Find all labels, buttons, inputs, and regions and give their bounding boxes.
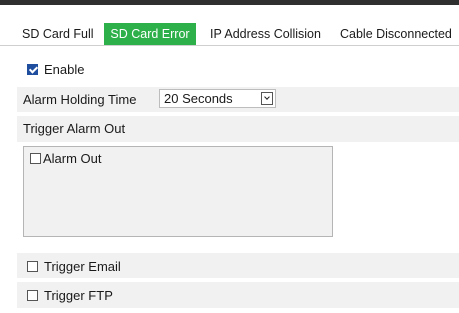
tab-sd-card-full[interactable]: SD Card Full	[22, 23, 94, 45]
trigger-alarm-out-label: Trigger Alarm Out	[23, 121, 126, 136]
trigger-email-label: Trigger Email	[44, 258, 121, 274]
alarm-out-checkbox[interactable]	[30, 153, 41, 165]
tab-ip-address-collision[interactable]: IP Address Collision	[210, 23, 321, 45]
top-border	[0, 0, 459, 5]
alarm-holding-time-value: 20 Seconds	[164, 91, 233, 106]
list-item[interactable]: Alarm Out	[30, 150, 102, 167]
chevron-down-icon[interactable]	[261, 92, 273, 105]
trigger-email-checkbox[interactable]	[27, 261, 38, 273]
tab-bar: SD Card Full SD Card Error IP Address Co…	[0, 23, 459, 46]
alarm-holding-time-label: Alarm Holding Time	[23, 92, 137, 107]
alarm-out-list: Alarm Out	[23, 146, 333, 237]
enable-checkbox[interactable]	[27, 64, 38, 76]
trigger-ftp-label: Trigger FTP	[44, 287, 113, 303]
alarm-holding-time-select[interactable]: 20 Seconds	[159, 89, 276, 108]
trigger-ftp: Trigger FTP	[27, 286, 113, 304]
tab-sd-card-error[interactable]: SD Card Error	[104, 23, 196, 45]
trigger-email: Trigger Email	[27, 257, 121, 275]
tab-cable-disconnected[interactable]: Cable Disconnected	[340, 23, 452, 45]
alarm-out-label: Alarm Out	[43, 150, 102, 166]
enable-row: Enable	[27, 60, 84, 78]
enable-label: Enable	[44, 61, 85, 77]
trigger-ftp-checkbox[interactable]	[27, 290, 38, 302]
